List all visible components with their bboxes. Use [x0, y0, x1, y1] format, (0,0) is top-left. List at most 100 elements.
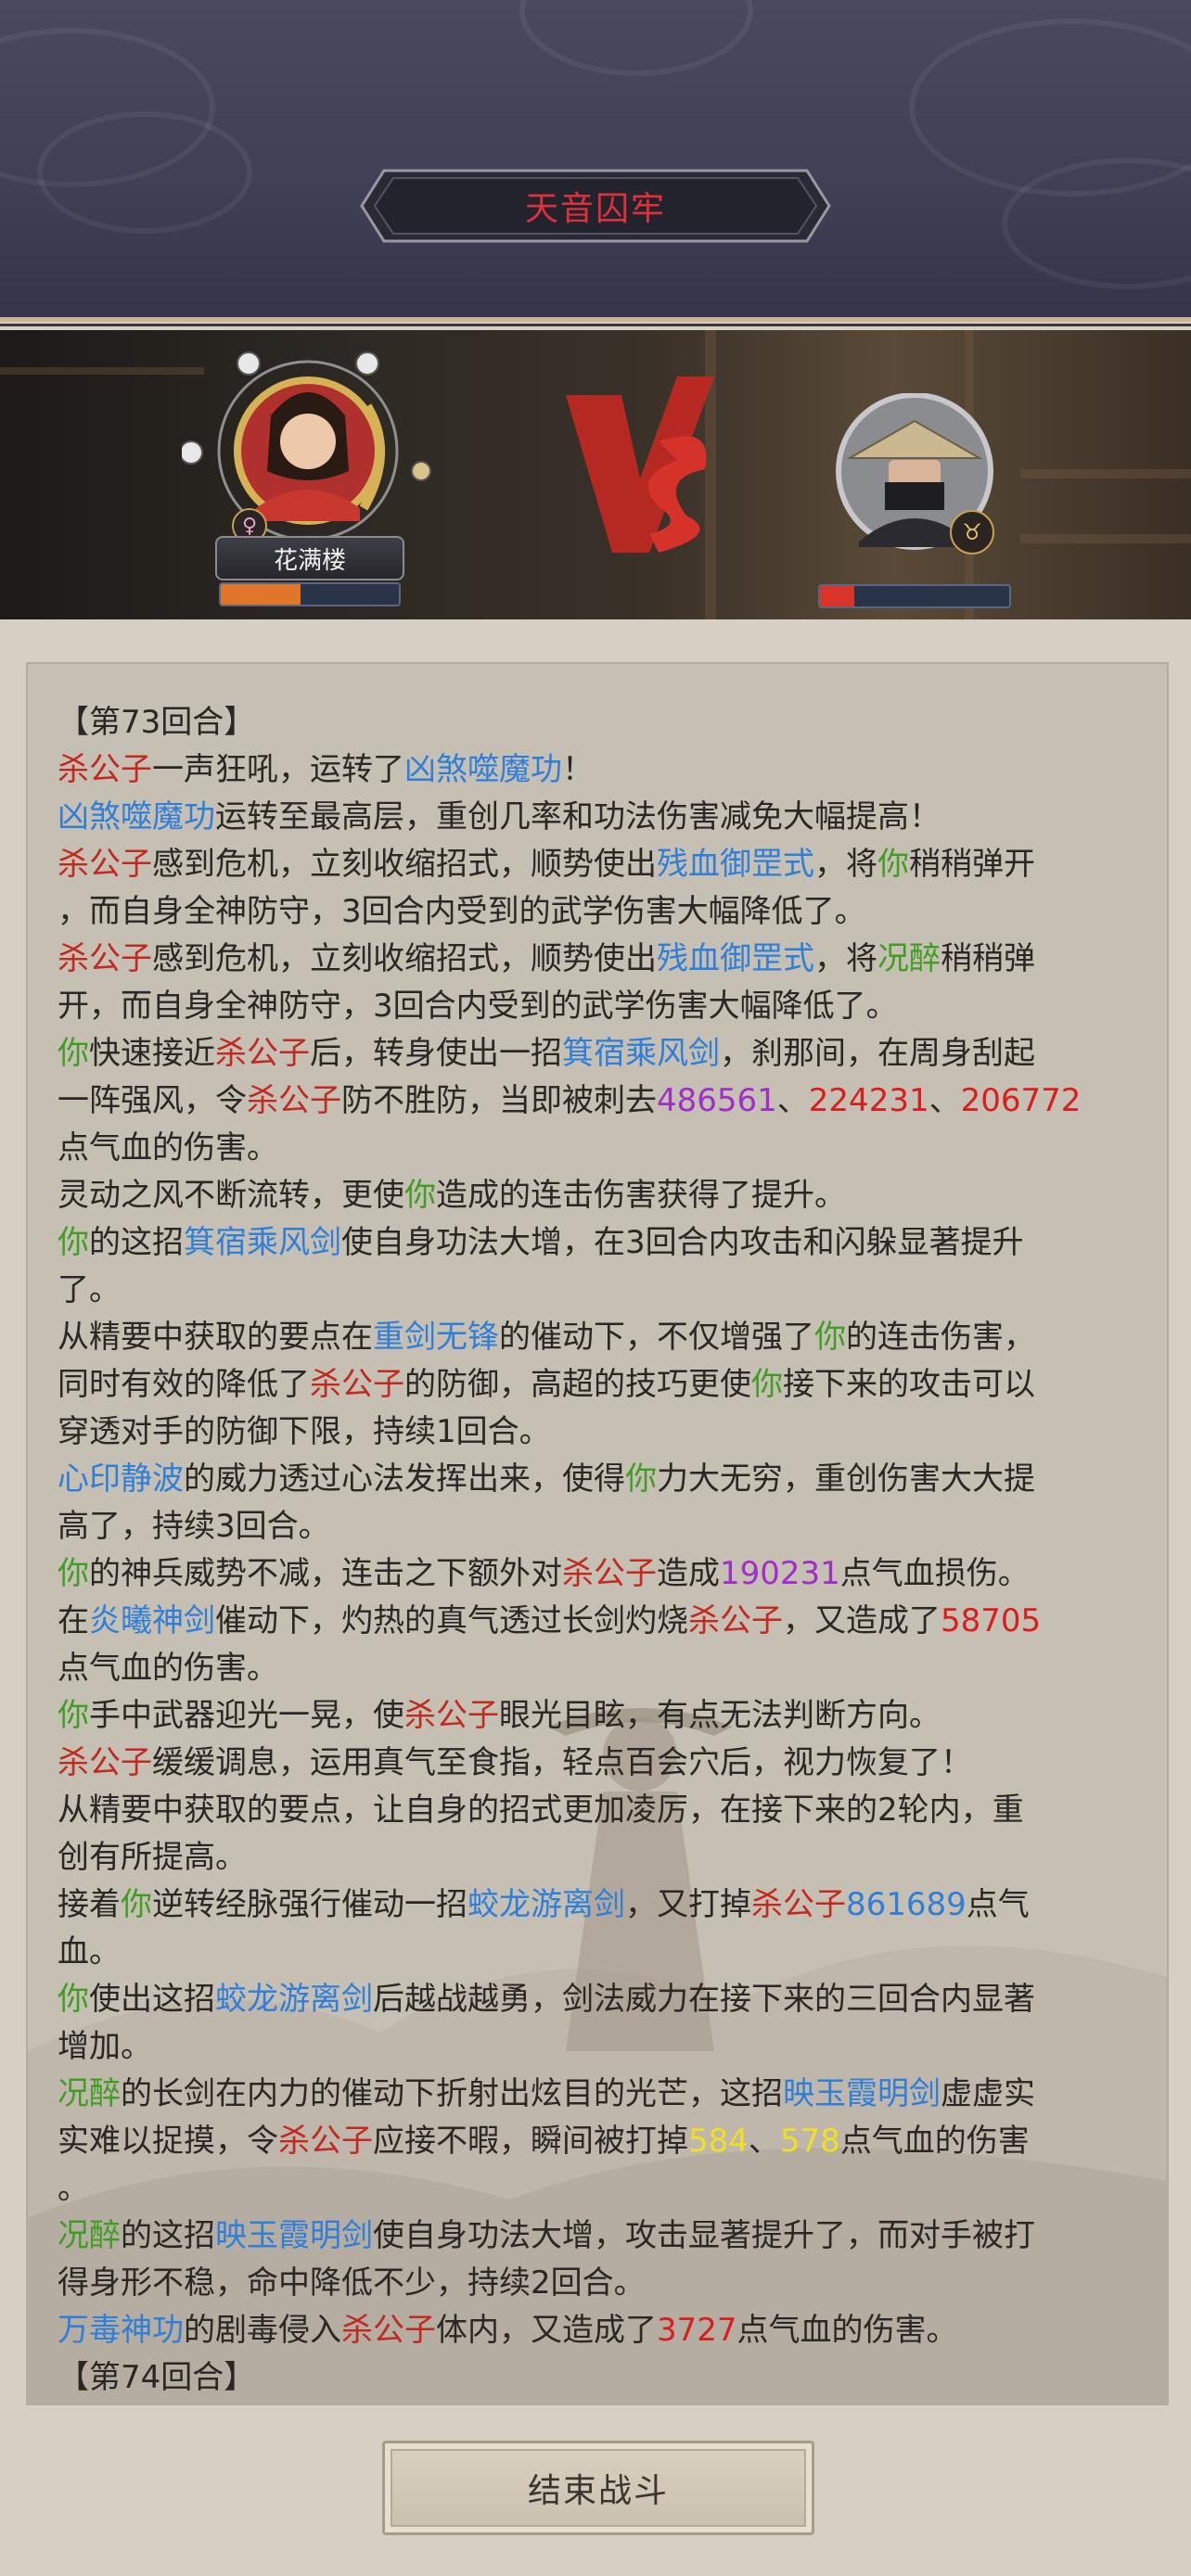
log-text: 接着	[58, 1886, 121, 1923]
end-battle-button[interactable]: 结束战斗	[382, 2441, 814, 2535]
log-line: 灵动之风不断流转，更使你造成的连击伤害获得了提升。	[58, 1172, 1152, 1219]
cloud-ornament	[37, 111, 252, 234]
log-text: 稍稍弹	[941, 940, 1035, 977]
log-highlight-green: 你	[58, 1697, 89, 1734]
log-line: 【第73回合】	[58, 699, 1152, 746]
log-text: 点气血损伤。	[839, 1555, 1030, 1592]
log-text: 了。	[58, 1271, 121, 1308]
log-text: 【第73回合】	[58, 704, 256, 741]
log-highlight-blue: 残血御罡式	[657, 940, 814, 977]
log-line: 血。	[58, 1929, 1152, 1976]
log-highlight-purple: 190231	[720, 1555, 840, 1592]
log-line: 你手中武器迎光一晃，使杀公子眼光目眩，有点无法判断方向。	[58, 1692, 1152, 1740]
log-text: 的防御，高超的技巧更使	[404, 1366, 751, 1403]
location-header: 天音囚牢	[0, 0, 1191, 317]
log-highlight-green: 你	[625, 1460, 657, 1498]
log-text: 逆转经脉强行催动一招	[152, 1886, 467, 1923]
log-line: 点气血的伤害。	[58, 1645, 1152, 1692]
player-hp-fill	[221, 584, 301, 605]
location-title: 天音囚牢	[524, 190, 666, 228]
log-text: 的长剑在内力的催动下折射出炫目的光芒，这招	[121, 2075, 783, 2112]
background-rail	[0, 367, 204, 375]
log-text: 【第74回合】	[58, 2359, 256, 2396]
header-divider-dark	[0, 324, 1191, 326]
log-line: 创有所提高。	[58, 1834, 1152, 1881]
log-line: 穿透对手的防御下限，持续1回合。	[58, 1409, 1152, 1456]
log-highlight-brightred: 224231	[808, 1082, 929, 1119]
log-highlight-blue: 箕宿乘风剑	[184, 1224, 341, 1261]
log-text: 的这招	[121, 2217, 215, 2254]
log-text: 从精要中获取的要点，让自身的招式更加凌厉，在接下来的2轮内，重	[58, 1792, 1024, 1829]
battle-banner: ♀ 花满楼 VS ♉	[0, 330, 1191, 619]
log-highlight-red: 杀公子	[310, 1366, 404, 1403]
log-text: 点气血的伤害。	[58, 1129, 278, 1167]
log-highlight-red: 杀公子	[58, 751, 152, 788]
log-text: 使自身功法大增，在3回合内攻击和闪躲显著提升	[341, 1224, 1024, 1261]
log-text: 点气血的伤害。	[736, 2312, 958, 2349]
log-line: 况醉的这招映玉霞明剑使自身功法大增，攻击显著提升了，而对手被打	[58, 2213, 1152, 2260]
log-highlight-red: 杀公子	[688, 1602, 783, 1639]
player-portrait-frame	[179, 351, 431, 542]
log-text: 高了，持续3回合。	[58, 1508, 330, 1545]
log-text: 缓缓调息，运用真气至食指，轻点百会穴后，视力恢复了！	[152, 1744, 972, 1781]
log-line: 凶煞噬魔功运转至最高层，重创几率和功法伤害减免大幅提高！	[58, 794, 1152, 841]
log-text: 造成	[657, 1555, 720, 1592]
log-highlight-red: 杀公子	[58, 1744, 152, 1781]
log-text: 催动下，灼热的真气透过长剑灼烧	[215, 1602, 688, 1639]
log-text: 眼光目眩，有点无法判断方向。	[499, 1697, 941, 1734]
log-line: 杀公子一声狂吼，运转了凶煞噬魔功！	[58, 746, 1152, 794]
log-text: 后，转身使出一招	[310, 1035, 562, 1072]
player-name-plate: 花满楼	[215, 536, 404, 580]
log-text: 在	[58, 1602, 89, 1639]
log-text: ，将	[814, 846, 877, 883]
log-highlight-blue: 861689	[846, 1886, 967, 1923]
log-line: 从精要中获取的要点，让自身的招式更加凌厉，在接下来的2轮内，重	[58, 1787, 1152, 1834]
log-line: 一阵强风，令杀公子防不胜防，当即被刺去486561、224231、206772	[58, 1078, 1152, 1125]
battle-log-panel[interactable]: 【第73回合】杀公子一声狂吼，运转了凶煞噬魔功！ 凶煞噬魔功运转至最高层，重创几率…	[26, 662, 1169, 2405]
log-text: 防不胜防，当即被刺去	[341, 1082, 657, 1119]
log-text: 、	[748, 2123, 780, 2160]
enemy-hp-fill	[820, 586, 854, 606]
log-text: ！	[562, 751, 594, 788]
log-highlight-green: 你	[58, 1224, 89, 1261]
log-highlight-blue: 心印静波	[58, 1460, 184, 1498]
log-highlight-red: 杀公子	[58, 940, 152, 977]
player-portrait[interactable]: ♀	[179, 351, 432, 543]
log-text: 感到危机，立刻收缩招式，顺势使出	[152, 940, 657, 977]
log-line: 你使出这招蛟龙游离剑后越战越勇，剑法威力在接下来的三回合内显著	[58, 1976, 1152, 2023]
log-highlight-yellow: 578	[779, 2123, 840, 2160]
log-text: ，而自身全神防守，3回合内受到的武学伤害大幅降低了。	[58, 893, 866, 930]
enemy-portrait[interactable]: ♉	[831, 392, 1004, 566]
log-line: 杀公子缓缓调息，运用真气至食指，轻点百会穴后，视力恢复了！	[58, 1740, 1152, 1787]
log-text: 的催动下，不仅增强了	[499, 1319, 814, 1356]
log-text: 点气血的伤害。	[58, 1650, 278, 1687]
log-text: 灵动之风不断流转，更使	[58, 1177, 404, 1214]
log-highlight-red: 杀公子	[58, 846, 152, 883]
log-highlight-green: 况醉	[58, 2075, 121, 2112]
log-line: 心印静波的威力透过心法发挥出来，使得你力大无穷，重创伤害大大提	[58, 1456, 1152, 1503]
log-highlight-blue: 蛟龙游离剑	[467, 1886, 625, 1923]
log-text: 造成的连击伤害获得了提升。	[436, 1177, 846, 1214]
log-highlight-green: 你	[58, 1035, 89, 1072]
log-text: 血。	[58, 1933, 121, 1970]
log-highlight-red: 杀公子	[404, 1697, 499, 1734]
log-text: 实难以捉摸，令	[58, 2123, 278, 2160]
log-text: ，刹那间，在周身刮起	[720, 1035, 1035, 1072]
log-line: 你快速接近杀公子后，转身使出一招箕宿乘风剑，刹那间，在周身刮起	[58, 1030, 1152, 1078]
log-line: 同时有效的降低了杀公子的防御，高超的技巧更使你接下来的攻击可以	[58, 1361, 1152, 1409]
log-line: 接着你逆转经脉强行催动一招蛟龙游离剑，又打掉杀公子861689点气	[58, 1881, 1152, 1929]
enemy-class-icon: ♉	[950, 510, 994, 555]
log-line: 增加。	[58, 2023, 1152, 2071]
cloud-ornament	[519, 0, 753, 76]
log-text: ，又造成了	[783, 1602, 941, 1639]
log-line: 杀公子感到危机，立刻收缩招式，顺势使出残血御罡式，将你稍稍弹开	[58, 841, 1152, 888]
log-text: ，又打掉	[625, 1886, 751, 1923]
log-highlight-red: 杀公子	[341, 2312, 436, 2349]
log-line: 你的神兵威势不减，连击之下额外对杀公子造成190231点气血损伤。	[58, 1550, 1152, 1598]
log-line: 杀公子感到危机，立刻收缩招式，顺势使出残血御罡式，将况醉稍稍弹	[58, 936, 1152, 983]
log-text: 接下来的攻击可以	[783, 1366, 1035, 1403]
log-highlight-green: 你	[121, 1886, 152, 1923]
log-line: 你的这招箕宿乘风剑使自身功法大增，在3回合内攻击和闪躲显著提升	[58, 1219, 1152, 1267]
log-highlight-red: 杀公子	[278, 2123, 373, 2160]
log-highlight-green: 你	[404, 1177, 436, 1214]
